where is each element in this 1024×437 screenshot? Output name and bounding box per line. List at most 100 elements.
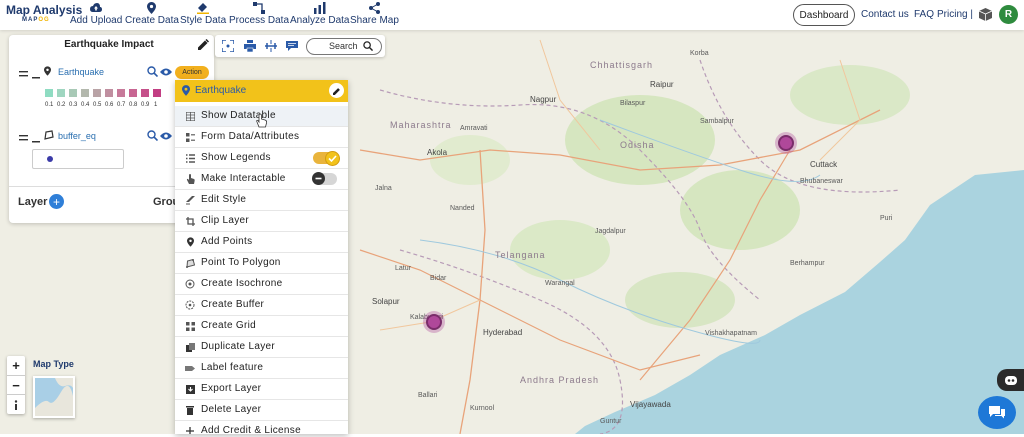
nav-process-data[interactable]: Process Data [229,2,289,26]
menu-export-layer[interactable]: Export Layer [175,379,348,400]
form-icon [185,132,195,142]
earthquake-marker[interactable] [778,135,794,151]
nav-label: Add Upload [70,15,123,26]
map-label: Ballari [418,392,438,399]
menu-item-label: Duplicate Layer [201,341,275,352]
robot-icon [1004,376,1017,385]
search-button[interactable]: Search [306,38,382,55]
legend-value: 0.6 [105,102,114,108]
nav-share-map[interactable]: Share Map [350,2,399,26]
top-navigation-bar: Map Analysis MAPOG Add Upload Create Dat… [0,0,1024,30]
edit-pencil-icon[interactable] [198,38,210,53]
map-label: Berhampur [790,260,825,267]
menu-make-interactable[interactable]: Make Interactable [175,169,348,190]
map-toolbar: Search [215,35,385,57]
edit-layer-button[interactable] [329,83,344,98]
legend-swatch [153,89,161,97]
contact-link[interactable]: Contact us [861,9,909,20]
drag-handle-icon[interactable] [19,132,28,144]
zoom-in-button[interactable]: + [7,356,25,375]
menu-show-legends[interactable]: Show Legends [175,148,348,169]
drag-handle-icon[interactable] [19,68,28,80]
map-label: Bhubaneswar [800,178,843,185]
add-layer-button[interactable]: + [49,194,64,209]
zoom-control: + − [7,356,25,414]
map-label: Akola [427,148,448,157]
zoom-to-layer-icon[interactable] [147,130,159,144]
map-label: Odisha [620,140,655,150]
buffer-icon [185,300,195,310]
layer-tab-label[interactable]: Layer [18,196,47,208]
legend-swatch [117,89,125,97]
menu-add-points[interactable]: Add Points [175,232,348,253]
visibility-eye-icon[interactable] [160,131,172,143]
chatbot-launcher[interactable] [997,369,1024,391]
layer-name-buffer-eq[interactable]: buffer_eq [58,131,96,141]
map-label: Warangal [545,280,575,287]
map-label: Sambalpur [700,118,734,125]
legend-value: 0.2 [57,102,66,108]
zoom-to-layer-icon[interactable] [147,66,159,80]
nav-style-data[interactable]: Style Data [180,2,226,26]
menu-edit-style[interactable]: Edit Style [175,190,348,211]
legend-value: 0.9 [141,102,150,108]
map-pin-icon [182,85,190,99]
fullscreen-icon[interactable] [221,39,235,53]
menu-item-label: Add Points [201,236,253,247]
zoom-out-button[interactable]: − [7,375,25,395]
action-badge[interactable]: Action [175,66,209,79]
map-label: Amravati [460,125,488,132]
menu-delete-layer[interactable]: Delete Layer [175,400,348,421]
legend-value: 0.7 [117,102,126,108]
collapse-icon[interactable] [32,70,40,82]
dashboard-button[interactable]: Dashboard [793,4,855,26]
buffer-legend-box [32,149,124,169]
menu-label-feature[interactable]: Label feature [175,358,348,379]
user-avatar[interactable]: R [999,5,1018,24]
menu-clip-layer[interactable]: Clip Layer [175,211,348,232]
menu-point-to-polygon[interactable]: Point To Polygon [175,253,348,274]
nav-analyze-data[interactable]: Analyze Data [290,2,349,26]
chat-support-button[interactable] [978,396,1016,429]
cube-icon[interactable] [978,8,993,24]
print-icon[interactable] [244,40,256,53]
menu-duplicate-layer[interactable]: Duplicate Layer [175,337,348,358]
nav-create-data[interactable]: Create Data [125,2,179,26]
menu-item-label: Edit Style [201,194,247,205]
menu-add-credit-license[interactable]: Add Credit & License [175,421,348,434]
menu-show-datatable[interactable]: Show Datatable [175,106,348,128]
map-label: Maharashtra [390,120,452,130]
map-pin-icon [44,66,51,79]
pricing-link[interactable]: Pricing | [937,9,973,20]
collapse-icon[interactable] [32,134,40,146]
action-menu-header: Earthquake [175,80,348,102]
hand-pointer-icon [185,174,195,184]
measure-icon[interactable] [265,40,277,52]
menu-create-buffer[interactable]: Create Buffer [175,295,348,316]
make-interactable-toggle[interactable] [312,172,337,185]
layer-name-earthquake[interactable]: Earthquake [58,67,104,77]
menu-create-grid[interactable]: Create Grid [175,316,348,337]
info-button[interactable] [7,394,25,414]
polygon-icon [44,130,54,143]
map-label: Guntur [600,418,622,425]
faq-link[interactable]: FAQ [914,9,934,20]
menu-item-label: Create Buffer [201,299,265,310]
export-icon [185,384,195,394]
table-icon [185,111,195,121]
comment-icon[interactable] [286,40,298,52]
menu-item-label: Point To Polygon [201,257,281,268]
toggle-knob [312,172,325,185]
map-label: Solapur [372,297,400,306]
menu-form-data[interactable]: Form Data/Attributes [175,127,348,148]
legend-value: 0.4 [81,102,90,108]
visibility-eye-icon[interactable] [160,67,172,79]
legend-swatch [93,89,101,97]
menu-create-isochrone[interactable]: Create Isochrone [175,274,348,295]
map-label: Telangana [495,250,546,260]
map-type-thumbnail[interactable] [33,376,75,418]
nav-add-upload[interactable]: Add Upload [70,2,122,26]
show-legends-toggle[interactable] [313,151,340,166]
menu-item-label: Add Credit & License [201,425,301,434]
earthquake-marker[interactable] [426,314,442,330]
